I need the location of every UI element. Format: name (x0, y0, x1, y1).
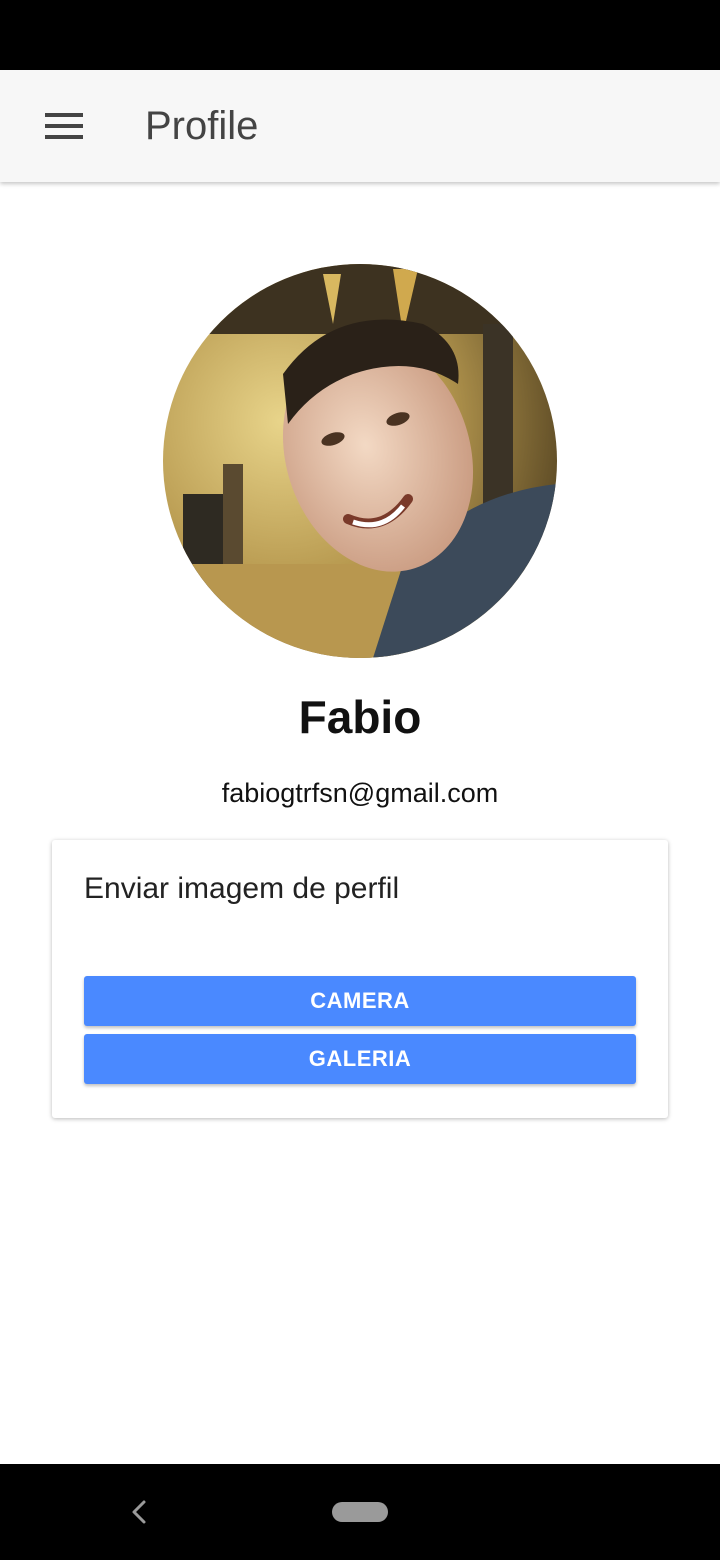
avatar-photo (163, 264, 557, 658)
hamburger-menu-icon (45, 113, 83, 139)
profile-content: Fabio fabiogtrfsn@gmail.com Enviar image… (0, 182, 720, 1464)
back-chevron-icon[interactable] (122, 1494, 158, 1530)
page-title: Profile (145, 104, 259, 148)
card-title: Enviar imagem de perfil (84, 872, 400, 905)
user-email: fabiogtrfsn@gmail.com (221, 778, 499, 808)
user-name: Fabio (298, 691, 422, 743)
home-pill-icon[interactable] (332, 1502, 388, 1522)
menu-button[interactable] (36, 104, 92, 148)
camera-button[interactable]: CAMERA (84, 976, 636, 1026)
avatar (163, 264, 557, 658)
app-bar: Profile (0, 70, 720, 182)
upload-image-card: Enviar imagem de perfil CAMERA GALERIA (52, 840, 668, 1118)
system-nav-bar (0, 1464, 720, 1560)
status-bar (0, 0, 720, 70)
gallery-button[interactable]: GALERIA (84, 1034, 636, 1084)
